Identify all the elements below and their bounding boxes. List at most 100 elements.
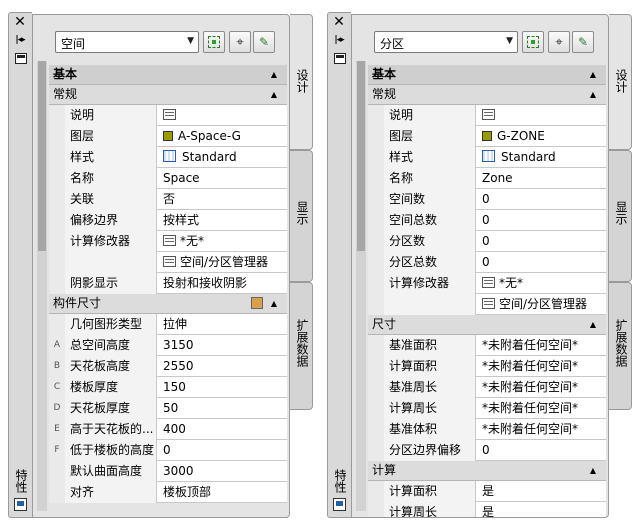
property-value[interactable]: 3000: [159, 461, 287, 482]
property-value[interactable]: 是: [478, 502, 606, 517]
property-value[interactable]: 否: [159, 189, 287, 210]
property-row: 空间/分区管理器: [368, 294, 606, 315]
property-value[interactable]: 3150: [159, 335, 287, 356]
property-value[interactable]: *未附着任何空间*: [478, 356, 606, 377]
toggle-pickadd-button[interactable]: ✎: [572, 31, 594, 53]
toggle-pickadd-button[interactable]: ✎: [253, 31, 275, 53]
collapse-caret-icon[interactable]: ▲: [590, 315, 596, 334]
tab-extended-data[interactable]: 扩展数据: [290, 282, 313, 410]
select-objects-button[interactable]: ⌖: [548, 31, 570, 53]
property-value[interactable]: *无*: [159, 231, 287, 252]
tab-display[interactable]: 显示: [609, 150, 632, 282]
property-value[interactable]: 0: [478, 189, 606, 210]
property-name: 对齐: [65, 482, 157, 503]
property-value[interactable]: *未附着任何空间*: [478, 377, 606, 398]
property-value[interactable]: 拉伸: [159, 314, 287, 335]
quick-select-button[interactable]: [522, 31, 544, 53]
scroll-thumb[interactable]: [38, 61, 46, 251]
dimension-wand-icon[interactable]: [251, 297, 263, 309]
category-header[interactable]: 基本 ▲: [49, 65, 287, 85]
property-value-text: Zone: [482, 171, 513, 185]
tab-design[interactable]: 设计: [290, 14, 313, 150]
collapse-caret-icon[interactable]: ▲: [271, 294, 277, 313]
collapse-caret-icon[interactable]: ▲: [590, 65, 596, 84]
property-value[interactable]: *未附着任何空间*: [478, 398, 606, 419]
row-gutter: [368, 168, 384, 189]
property-value[interactable]: 空间/分区管理器: [478, 294, 606, 315]
tab-design[interactable]: 设计: [609, 14, 632, 150]
property-value[interactable]: 0: [478, 210, 606, 231]
property-row: F 低于楼板的高度 0: [49, 440, 287, 461]
property-value[interactable]: [159, 105, 287, 126]
list-icon[interactable]: [163, 235, 176, 246]
property-row: 样式 Standard: [49, 147, 287, 168]
collapse-caret-icon[interactable]: ▲: [271, 65, 277, 84]
property-value[interactable]: *无*: [478, 273, 606, 294]
property-name: 计算面积: [384, 356, 476, 377]
property-value[interactable]: 400: [159, 419, 287, 440]
list-icon[interactable]: [482, 298, 495, 309]
property-value[interactable]: 150: [159, 377, 287, 398]
property-value-text: 50: [163, 401, 179, 415]
palette-titlebar[interactable]: ✕ |◂▸ 特性: [327, 12, 351, 518]
property-value[interactable]: 0: [478, 252, 606, 273]
object-type-dropdown[interactable]: 空间 ▼: [55, 31, 199, 53]
property-value[interactable]: Space: [159, 168, 287, 189]
category-header[interactable]: 尺寸 ▲: [368, 315, 606, 335]
property-value[interactable]: 0: [159, 440, 287, 461]
properties-menu-icon[interactable]: [334, 53, 346, 64]
close-icon[interactable]: ✕: [12, 15, 28, 29]
category-header[interactable]: 常规 ▲: [368, 85, 606, 105]
properties-menu-icon[interactable]: [15, 53, 27, 64]
property-value[interactable]: 0: [478, 231, 606, 252]
property-name: 图层: [65, 126, 157, 147]
close-icon[interactable]: ✕: [331, 15, 347, 29]
row-gutter: C: [49, 377, 65, 398]
list-icon[interactable]: [163, 256, 176, 267]
property-value[interactable]: G-ZONE: [478, 126, 606, 147]
vertical-scrollbar[interactable]: [356, 61, 366, 511]
vertical-scrollbar[interactable]: [37, 61, 47, 511]
autohide-icon[interactable]: |◂▸: [331, 33, 347, 47]
tab-display[interactable]: 显示: [290, 150, 313, 282]
property-value[interactable]: [478, 105, 606, 126]
scroll-thumb[interactable]: [357, 61, 365, 251]
property-name: 低于楼板的高度: [65, 440, 157, 461]
collapse-caret-icon[interactable]: ▲: [590, 461, 596, 480]
property-value[interactable]: 投射和接收阴影: [159, 273, 287, 294]
list-icon[interactable]: [482, 277, 495, 288]
category-header[interactable]: 构件尺寸 ▲: [49, 294, 287, 314]
property-value[interactable]: Standard: [478, 147, 606, 168]
property-value[interactable]: 按样式: [159, 210, 287, 231]
autohide-icon[interactable]: |◂▸: [12, 33, 28, 47]
property-name: 分区边界偏移: [384, 440, 476, 461]
select-objects-button[interactable]: ⌖: [229, 31, 251, 53]
property-value[interactable]: Zone: [478, 168, 606, 189]
palette-icon: [333, 498, 346, 511]
category-header[interactable]: 计算 ▲: [368, 461, 606, 481]
property-value[interactable]: *未附着任何空间*: [478, 335, 606, 356]
property-name: 计算修改器: [65, 231, 157, 252]
property-value[interactable]: *未附着任何空间*: [478, 419, 606, 440]
category-header[interactable]: 常规 ▲: [49, 85, 287, 105]
property-value[interactable]: 50: [159, 398, 287, 419]
property-value[interactable]: 0: [478, 440, 606, 461]
quick-select-button[interactable]: [203, 31, 225, 53]
property-value[interactable]: 空间/分区管理器: [159, 252, 287, 273]
list-icon[interactable]: [163, 109, 176, 120]
collapse-caret-icon[interactable]: ▲: [590, 85, 596, 104]
property-value[interactable]: 楼板顶部: [159, 482, 287, 503]
property-row: 空间数 0: [368, 189, 606, 210]
property-value[interactable]: Standard: [159, 147, 287, 168]
object-type-dropdown[interactable]: 分区 ▼: [374, 31, 518, 53]
tab-extended-data[interactable]: 扩展数据: [609, 282, 632, 410]
list-icon[interactable]: [482, 109, 495, 120]
collapse-caret-icon[interactable]: ▲: [271, 85, 277, 104]
palette-titlebar[interactable]: ✕ |◂▸ 特性: [8, 12, 32, 518]
property-value[interactable]: A-Space-G: [159, 126, 287, 147]
property-row: 对齐 楼板顶部: [49, 482, 287, 503]
property-value[interactable]: 是: [478, 481, 606, 502]
category-header[interactable]: 基本 ▲: [368, 65, 606, 85]
tab-extended-data-label: 扩展数据: [614, 319, 628, 367]
property-value[interactable]: 2550: [159, 356, 287, 377]
